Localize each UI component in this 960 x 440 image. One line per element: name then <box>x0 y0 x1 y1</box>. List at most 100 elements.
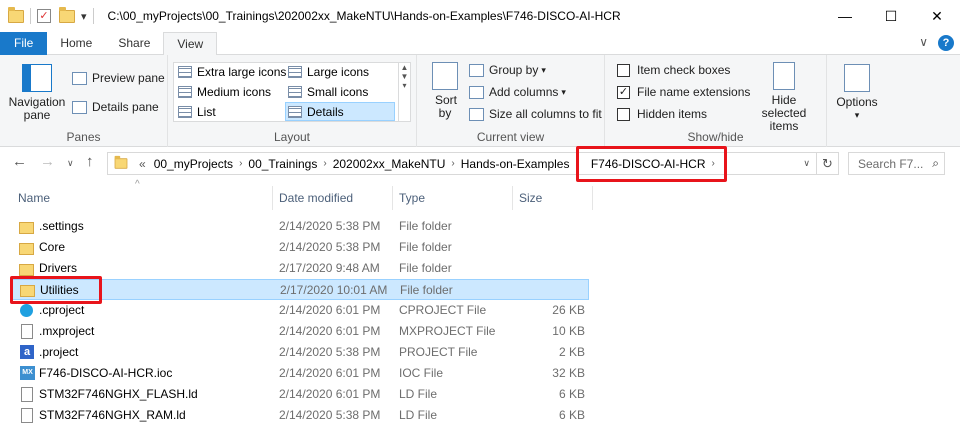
file-name-extensions-option[interactable]: ✓ File name extensions <box>617 85 750 99</box>
document-icon <box>21 324 33 339</box>
file-size: 6 KB <box>558 408 585 422</box>
hide-selected-items-button[interactable]: Hide selected items <box>748 62 820 133</box>
file-name-extensions-checkbox[interactable]: ✓ <box>617 85 630 99</box>
tab-share[interactable]: Share <box>105 32 163 55</box>
details-option[interactable]: Details <box>285 102 395 121</box>
small-icons-option[interactable]: Small icons <box>288 85 368 99</box>
refresh-icon[interactable]: ↻ <box>816 153 838 174</box>
show-hide-group-label: Show/hide <box>687 130 744 144</box>
tab-home[interactable]: Home <box>47 32 105 55</box>
item-checkboxes-label: Item check boxes <box>637 63 731 77</box>
file-row[interactable]: Core 2/14/2020 5:38 PM File folder <box>12 237 589 258</box>
breadcrumb-segment[interactable]: 00_Trainings <box>248 157 317 171</box>
extra-large-icons-option[interactable]: Extra large icons <box>178 65 286 79</box>
navigation-pane-button[interactable]: Navigation pane <box>6 64 68 122</box>
size-all-columns-icon <box>469 107 484 121</box>
maximize-button[interactable]: ☐ <box>868 0 914 32</box>
forward-icon[interactable]: → <box>40 153 55 170</box>
recent-locations-icon[interactable]: ∨ <box>67 158 74 169</box>
options-label: Options <box>836 95 878 109</box>
breadcrumb-segment[interactable]: 00_myProjects <box>154 157 233 171</box>
column-date-modified[interactable]: Date modified <box>273 186 393 210</box>
close-button[interactable]: ✕ <box>914 0 960 32</box>
column-type[interactable]: Type <box>393 186 513 210</box>
collapse-ribbon-icon[interactable]: ∨ <box>919 35 928 51</box>
hidden-items-checkbox[interactable] <box>617 107 630 121</box>
breadcrumb-arrow-icon[interactable]: › <box>323 158 326 169</box>
search-input[interactable]: Search F7... ⌕ <box>848 152 945 175</box>
column-size[interactable]: Size <box>513 186 593 210</box>
sort-by-button[interactable]: Sort by <box>423 62 467 120</box>
item-checkboxes-option[interactable]: Item check boxes <box>617 63 730 77</box>
file-name-extensions-label: File name extensions <box>637 85 751 99</box>
medium-icons-option[interactable]: Medium icons <box>178 85 271 99</box>
minimize-button[interactable]: — <box>822 0 868 32</box>
details-pane-icon <box>72 100 87 114</box>
address-dropdown-icon[interactable]: ∨ <box>803 158 810 169</box>
ribbon: Navigation pane Preview pane Details pan… <box>0 55 960 147</box>
item-checkboxes-checkbox[interactable] <box>617 63 630 77</box>
file-row[interactable]: a .project 2/14/2020 5:38 PM PROJECT Fil… <box>12 342 589 363</box>
properties-icon[interactable]: ✓ <box>37 9 51 23</box>
preview-pane-label: Preview pane <box>92 71 165 85</box>
current-folder-highlight <box>576 146 727 182</box>
medium-icons-icon <box>178 86 192 98</box>
file-row[interactable]: .cproject 2/14/2020 6:01 PM CPROJECT Fil… <box>12 300 589 321</box>
group-by-button[interactable]: Group by ▾ <box>469 63 546 77</box>
file-row[interactable]: .mxproject 2/14/2020 6:01 PM MXPROJECT F… <box>12 321 589 342</box>
folder-icon <box>19 263 34 276</box>
sort-by-icon <box>432 62 458 90</box>
file-date: 2/14/2020 6:01 PM <box>279 387 381 401</box>
file-name: F746-DISCO-AI-HCR.ioc <box>39 366 173 380</box>
large-icons-option[interactable]: Large icons <box>288 65 369 79</box>
file-row[interactable]: STM32F746NGHX_FLASH.ld 2/14/2020 6:01 PM… <box>12 384 589 405</box>
add-columns-label: Add columns <box>489 85 559 99</box>
hidden-items-option[interactable]: Hidden items <box>617 107 707 121</box>
breadcrumb-arrow-icon[interactable]: › <box>239 158 242 169</box>
folder-icon <box>114 155 128 169</box>
list-option[interactable]: List <box>178 105 216 119</box>
tab-file[interactable]: File <box>0 32 48 55</box>
search-icon: ⌕ <box>932 156 939 170</box>
folder-icon <box>19 242 34 255</box>
quick-access-toolbar: ✓ ▾ <box>8 6 100 24</box>
navigation-pane-label: Navigation pane <box>8 95 66 122</box>
address-bar[interactable]: « 00_myProjects › 00_Trainings › 202002x… <box>107 152 839 175</box>
file-row[interactable]: STM32F746NGHX_RAM.ld 2/14/2020 5:38 PM L… <box>12 405 589 426</box>
tab-view[interactable]: View <box>163 32 218 56</box>
file-size: 2 KB <box>558 345 585 359</box>
up-icon[interactable]: ↑ <box>86 153 94 170</box>
file-row[interactable]: .settings 2/14/2020 5:38 PM File folder <box>12 216 589 237</box>
list-icon <box>178 106 192 118</box>
back-icon[interactable]: ← <box>12 153 27 170</box>
column-name[interactable]: Name <box>12 186 273 210</box>
help-icon[interactable]: ? <box>938 35 954 51</box>
project-icon: a <box>20 345 34 359</box>
new-folder-icon[interactable] <box>59 6 75 23</box>
file-date: 2/17/2020 10:01 AM <box>280 283 388 297</box>
file-date: 2/14/2020 6:01 PM <box>279 366 381 380</box>
options-button[interactable]: Options ▾ <box>833 64 881 122</box>
separator <box>92 8 94 24</box>
details-pane-button[interactable]: Details pane <box>72 100 159 114</box>
layout-scrollbar[interactable]: ▲ ▼ ▾ <box>398 63 410 121</box>
document-icon <box>21 387 33 402</box>
add-columns-button[interactable]: Add columns ▾ <box>469 85 566 99</box>
small-icons-label: Small icons <box>307 85 369 99</box>
sort-by-label: Sort by <box>435 93 458 120</box>
breadcrumb-arrow-icon[interactable]: › <box>451 158 454 169</box>
file-type: File folder <box>400 283 453 297</box>
mx-icon: MX <box>20 366 35 380</box>
address-overflow[interactable]: « <box>139 157 146 171</box>
quick-access-dropdown-icon[interactable]: ▾ <box>81 10 87 23</box>
navigation-row: ← → ∨ ↑ « 00_myProjects › 00_Trainings ›… <box>0 146 960 182</box>
preview-pane-button[interactable]: Preview pane <box>72 71 165 85</box>
group-by-label: Group by <box>489 63 539 77</box>
breadcrumb-segment[interactable]: Hands-on-Examples <box>461 157 570 171</box>
extra-large-icons-icon <box>178 66 192 78</box>
file-name: Core <box>39 240 66 254</box>
breadcrumb-segment[interactable]: 202002xx_MakeNTU <box>333 157 446 171</box>
size-all-columns-button[interactable]: Size all columns to fit <box>469 107 602 121</box>
group-by-icon <box>469 63 484 77</box>
file-row[interactable]: MX F746-DISCO-AI-HCR.ioc 2/14/2020 6:01 … <box>12 363 589 384</box>
